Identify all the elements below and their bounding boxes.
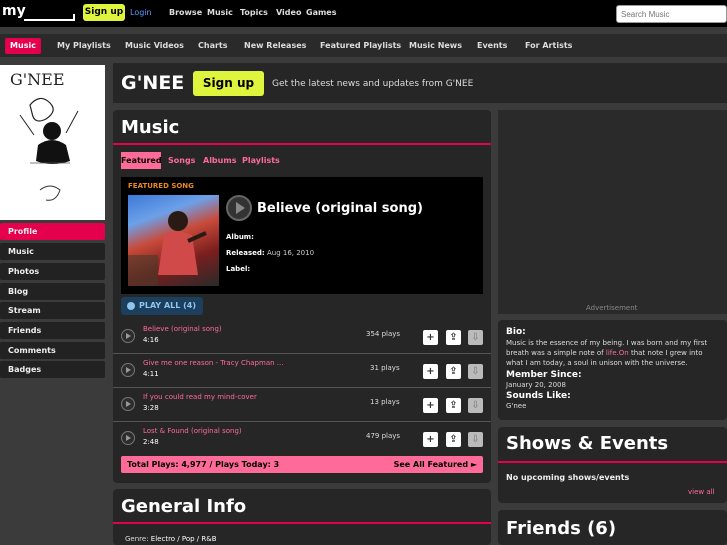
music-title: Music	[121, 117, 180, 138]
download-icon[interactable]: ⇩	[468, 432, 483, 447]
track-duration: 4:11	[143, 370, 159, 378]
add-icon[interactable]: +	[423, 432, 438, 447]
nav-video[interactable]: Video	[276, 8, 301, 17]
subnav-charts[interactable]: Charts	[198, 41, 228, 50]
subnav-music-videos[interactable]: Music Videos	[125, 41, 184, 50]
see-all-featured-link[interactable]: See All Featured ►	[394, 460, 477, 469]
general-info-divider	[113, 522, 491, 524]
tab-playlists[interactable]: Playlists	[242, 156, 280, 165]
sidebar-item-photos[interactable]: Photos	[0, 263, 105, 280]
download-icon[interactable]: ⇩	[468, 398, 483, 413]
nav-topics[interactable]: Topics	[240, 8, 268, 17]
subnav-featured-playlists[interactable]: Featured Playlists	[320, 41, 401, 50]
track-row: Believe (original song) 4:16 354 plays +…	[113, 320, 491, 354]
shows-events-title: Shows & Events	[506, 433, 669, 454]
plays-totals: Total Plays: 4,977 / Plays Today: 3	[127, 460, 280, 469]
no-shows-text: No upcoming shows/events	[506, 473, 630, 482]
track-title[interactable]: Believe (original song)	[143, 325, 222, 333]
sidebar-item-friends[interactable]: Friends	[0, 322, 105, 339]
track-duration: 4:16	[143, 336, 159, 344]
shows-divider	[498, 461, 727, 463]
subnav-new-releases[interactable]: New Releases	[244, 41, 306, 50]
general-info-title: General Info	[121, 496, 247, 517]
search-input[interactable]	[616, 5, 727, 23]
track-plays: 13 plays	[370, 398, 400, 406]
subnav-music[interactable]: Music	[5, 38, 41, 54]
featured-released: Released: Aug 16, 2010	[226, 249, 315, 257]
featured-album: Album:	[226, 233, 254, 241]
artist-photo[interactable]: G'NEE	[0, 65, 105, 220]
track-play-icon[interactable]	[121, 329, 135, 343]
play-all-icon	[127, 301, 135, 310]
subnav-for-artists[interactable]: For Artists	[525, 41, 572, 50]
advertisement-label: Advertisement	[586, 304, 638, 312]
track-row: Lost & Found (original song) 2:48 479 pl…	[113, 422, 491, 456]
track-plays: 31 plays	[370, 364, 400, 372]
myspace-logo[interactable]: my	[2, 2, 76, 23]
sounds-like-heading: Sounds Like:	[506, 391, 571, 401]
add-icon[interactable]: +	[423, 398, 438, 413]
nav-games[interactable]: Games	[306, 8, 337, 17]
artist-name: G'NEE	[121, 72, 185, 94]
share-icon[interactable]: ⇪	[446, 432, 461, 447]
signup-button[interactable]: Sign up	[83, 4, 125, 21]
play-all-button[interactable]: PLAY ALL (4)	[121, 297, 203, 315]
sounds-like-value: G'nee	[506, 402, 527, 410]
featured-song-label: FEATURED SONG	[128, 182, 194, 190]
member-since-value: January 20, 2008	[506, 381, 566, 389]
sidebar-item-profile[interactable]: Profile	[0, 223, 105, 240]
track-row: Give me one reason - Tracy Chapman ... 4…	[113, 354, 491, 388]
sidebar-item-stream[interactable]: Stream	[0, 302, 105, 319]
subnav-events[interactable]: Events	[477, 41, 507, 50]
sidebar-item-blog[interactable]: Blog	[0, 283, 105, 300]
view-all-link[interactable]: view all	[688, 488, 715, 496]
track-title[interactable]: Lost & Found (original song)	[143, 427, 242, 435]
artist-photo-caption: G'NEE	[10, 70, 65, 89]
sidebar-item-badges[interactable]: Badges	[0, 361, 105, 378]
nav-music[interactable]: Music	[207, 8, 233, 17]
tab-featured[interactable]: Featured	[121, 152, 162, 169]
artist-tagline: Get the latest news and updates from G'N…	[272, 79, 474, 89]
featured-album-art[interactable]	[128, 195, 219, 286]
add-icon[interactable]: +	[423, 330, 438, 345]
track-duration: 3:28	[143, 404, 159, 412]
track-row: If you could read my mind-cover 3:28 13 …	[113, 388, 491, 422]
track-plays: 479 plays	[366, 432, 401, 440]
share-icon[interactable]: ⇪	[446, 364, 461, 379]
tab-songs[interactable]: Songs	[168, 156, 195, 165]
track-play-icon[interactable]	[121, 363, 135, 377]
sidebar-item-music[interactable]: Music	[0, 243, 105, 260]
artist-signup-button[interactable]: Sign up	[193, 71, 264, 96]
subnav-my-playlists[interactable]: My Playlists	[57, 41, 111, 50]
sidebar-item-comments[interactable]: Comments	[0, 342, 105, 359]
track-duration: 2:48	[143, 438, 159, 446]
member-since-heading: Member Since:	[506, 370, 582, 380]
plays-totals-bar: Total Plays: 4,977 / Plays Today: 3 See …	[121, 456, 483, 473]
featured-song-title[interactable]: Believe (original song)	[257, 201, 423, 216]
nav-browse[interactable]: Browse	[169, 8, 202, 17]
track-play-icon[interactable]	[121, 431, 135, 445]
featured-label-field: Label:	[226, 265, 251, 273]
download-icon[interactable]: ⇩	[468, 330, 483, 345]
track-title[interactable]: If you could read my mind-cover	[143, 393, 257, 401]
share-icon[interactable]: ⇪	[446, 330, 461, 345]
tab-albums[interactable]: Albums	[203, 156, 236, 165]
featured-play-icon[interactable]	[226, 195, 252, 221]
share-icon[interactable]: ⇪	[446, 398, 461, 413]
bio-heading: Bio:	[506, 327, 526, 337]
svg-text:my: my	[2, 3, 26, 19]
download-icon[interactable]: ⇩	[468, 364, 483, 379]
track-plays: 354 plays	[366, 330, 401, 338]
track-title[interactable]: Give me one reason - Tracy Chapman ...	[143, 359, 283, 367]
advertisement-panel[interactable]	[498, 110, 727, 314]
genre-row: Genre: Electro / Pop / R&B	[125, 535, 217, 543]
add-icon[interactable]: +	[423, 364, 438, 379]
bio-text: Music is the essence of my being. I was …	[506, 339, 708, 367]
login-link[interactable]: Login	[130, 8, 152, 17]
music-divider	[113, 143, 491, 145]
subnav-music-news[interactable]: Music News	[409, 41, 462, 50]
track-play-icon[interactable]	[121, 397, 135, 411]
friends-title: Friends (6)	[506, 518, 617, 539]
